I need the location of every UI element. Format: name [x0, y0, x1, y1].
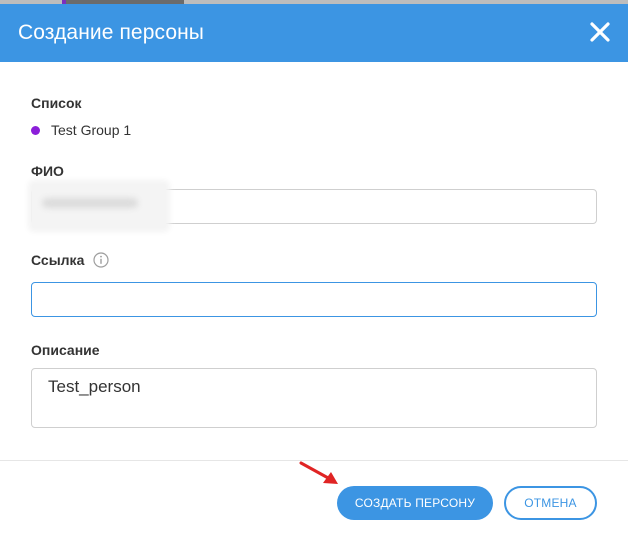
dialog-title: Создание персоны [18, 21, 204, 44]
fio-redacted-value [32, 184, 166, 228]
link-input[interactable] [31, 282, 597, 317]
description-textarea[interactable] [31, 368, 597, 428]
group-name: Test Group 1 [51, 122, 132, 138]
fio-input[interactable] [31, 184, 597, 228]
create-person-dialog: Создание персоны Список Test Group 1 ФИО… [0, 4, 628, 542]
dialog-header: Создание персоны [0, 4, 628, 62]
create-person-button[interactable]: СОЗДАТЬ ПЕРСОНУ [337, 486, 493, 520]
info-icon[interactable] [93, 252, 109, 268]
link-label: Ссылка [31, 252, 85, 268]
list-value: Test Group 1 [31, 122, 131, 138]
cancel-button[interactable]: ОТМЕНА [504, 486, 597, 520]
close-icon [590, 22, 610, 42]
group-color-dot [31, 125, 40, 135]
list-label: Список [31, 95, 82, 111]
red-arrow-icon [299, 461, 338, 484]
description-label: Описание [31, 342, 100, 358]
close-button[interactable] [586, 18, 614, 46]
fio-label: ФИО [31, 163, 64, 179]
fio-blurred-text [42, 198, 138, 208]
